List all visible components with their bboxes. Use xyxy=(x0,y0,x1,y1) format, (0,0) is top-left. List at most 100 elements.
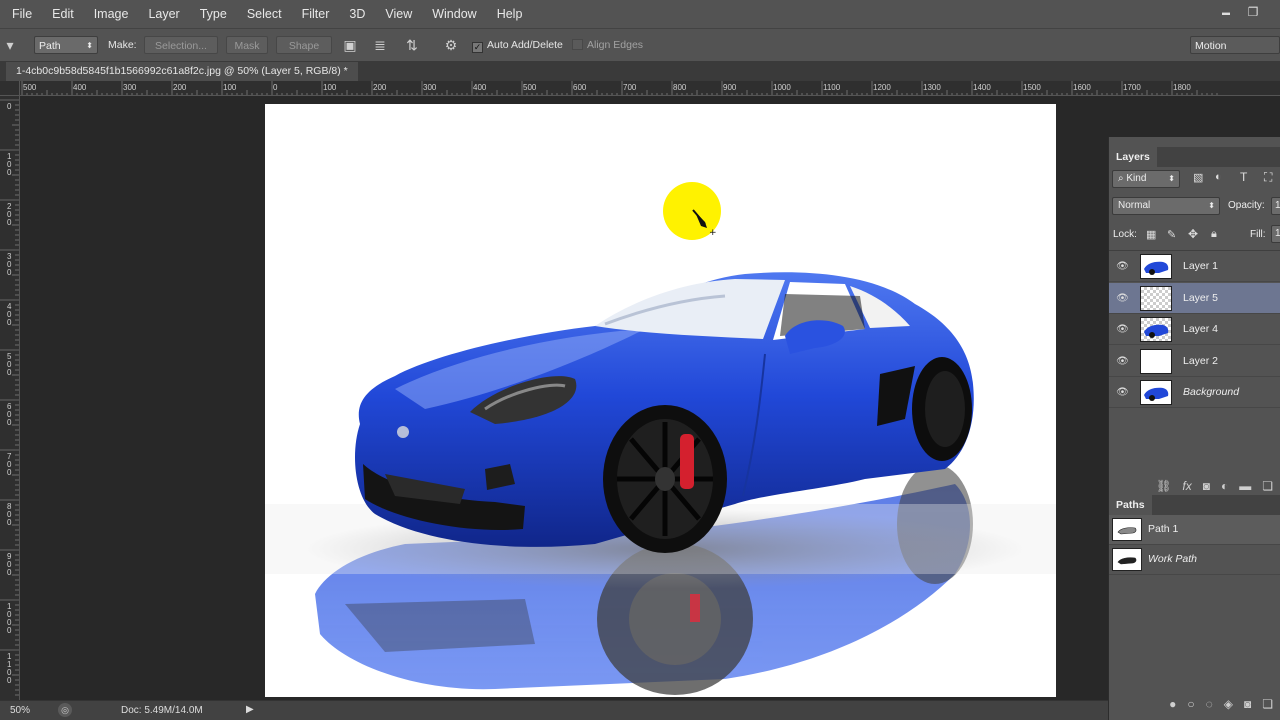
filter-shape-icon[interactable]: ⛶ xyxy=(1264,170,1272,185)
ruler-label: 0 xyxy=(273,83,278,92)
layer-thumbnail xyxy=(1140,254,1172,279)
new-path-icon[interactable]: ❏ xyxy=(1262,697,1273,711)
menu-view[interactable]: View xyxy=(373,0,420,28)
stroke-path-icon[interactable]: ○ xyxy=(1187,697,1194,711)
fill-input[interactable]: 10 xyxy=(1271,225,1280,243)
visibility-eye-icon[interactable]: 👁︎ xyxy=(1116,323,1129,336)
make-mask-button[interactable]: Mask xyxy=(226,36,268,54)
pen-cursor-highlight: + xyxy=(663,182,721,240)
add-mask-icon[interactable]: ◙ xyxy=(1203,479,1210,493)
ruler-label: 900 xyxy=(723,83,737,92)
make-work-path-icon[interactable]: ◈ xyxy=(1224,697,1233,711)
visibility-eye-icon[interactable]: 👁︎ xyxy=(1116,260,1129,273)
menu-layer[interactable]: Layer xyxy=(136,0,187,28)
ruler-label: 500 xyxy=(23,83,37,92)
menu-select[interactable]: Select xyxy=(235,0,290,28)
menu-window[interactable]: Window xyxy=(420,0,484,28)
ruler-label: 100 xyxy=(223,83,237,92)
layer-filter-kind-select[interactable]: ⌕ Kind ⬍ xyxy=(1112,170,1180,188)
document-tab-bar: 1-4cb0c9b58d5845f1b1566992c61a8f2c.jpg @… xyxy=(0,62,1280,81)
menu-type[interactable]: Type xyxy=(188,0,235,28)
minimize-icon[interactable]: ▬ xyxy=(1215,4,1237,20)
filter-adjustment-icon[interactable]: ◐ xyxy=(1215,171,1222,183)
gear-icon[interactable]: ⚙ xyxy=(441,36,461,54)
layer-style-fx-icon[interactable]: fx xyxy=(1182,479,1191,493)
make-selection-button[interactable]: Selection... xyxy=(144,36,218,54)
status-menu-arrow-icon[interactable]: ▶ xyxy=(246,704,254,715)
make-shape-button[interactable]: Shape xyxy=(276,36,332,54)
menu-file[interactable]: File xyxy=(0,0,40,28)
menu-filter[interactable]: Filter xyxy=(290,0,338,28)
path-name: Work Path xyxy=(1148,553,1198,565)
workspace-select[interactable]: Motion xyxy=(1190,36,1280,54)
paths-tab[interactable]: Paths xyxy=(1109,495,1152,515)
ruler-label: 0 xyxy=(7,676,12,685)
link-layers-icon[interactable]: ⛓ xyxy=(1156,479,1171,493)
menu-help[interactable]: Help xyxy=(485,0,531,28)
ruler-label: 300 xyxy=(123,83,137,92)
zoom-level[interactable]: 50% xyxy=(10,705,30,716)
canvas-workspace[interactable]: + xyxy=(20,96,1108,700)
blend-mode-value: Normal xyxy=(1118,200,1151,211)
ruler-label: 200 xyxy=(173,83,187,92)
blend-mode-select[interactable]: Normal ⬍ xyxy=(1112,197,1220,215)
adjustment-layer-icon[interactable]: ◐ xyxy=(1221,479,1228,493)
layer-row[interactable]: 👁︎ Layer 2 xyxy=(1109,346,1280,377)
lock-transparent-icon[interactable]: ▦ xyxy=(1146,228,1156,241)
ruler-label: 0 xyxy=(7,518,12,527)
visibility-eye-icon[interactable]: 👁︎ xyxy=(1116,386,1129,399)
visibility-eye-icon[interactable]: 👁︎ xyxy=(1116,355,1129,368)
share-icon[interactable]: ◎ xyxy=(58,703,72,717)
ruler-label: 0 xyxy=(7,268,12,277)
layer-row[interactable]: 👁︎ Layer 4 xyxy=(1109,314,1280,345)
menu-edit[interactable]: Edit xyxy=(40,0,82,28)
new-layer-icon[interactable]: ❏ xyxy=(1262,479,1273,493)
ruler-label: 0 xyxy=(7,568,12,577)
restore-icon[interactable]: ❐ xyxy=(1242,4,1264,20)
lock-all-icon[interactable]: 🔒︎ xyxy=(1211,228,1217,241)
ruler-label: 0 xyxy=(7,168,12,177)
layer-row[interactable]: 👁︎ Layer 5 xyxy=(1109,282,1280,314)
layer-row[interactable]: 👁︎ Layer 1 xyxy=(1109,251,1280,282)
menu-3d[interactable]: 3D xyxy=(337,0,373,28)
visibility-eye-icon[interactable]: 👁︎ xyxy=(1116,292,1129,305)
path-row[interactable]: Path 1 xyxy=(1109,515,1280,545)
align-edges-checkbox[interactable]: Align Edges xyxy=(572,36,643,54)
lock-image-icon[interactable]: ✎ xyxy=(1167,228,1176,241)
right-panel-dock: Layers ⌕ Kind ⬍ ▧ ◐ T ⛶ Normal ⬍ Opacity: … xyxy=(1108,137,1280,720)
layers-panel-footer: ⛓ fx ◙ ◐ ▬ ❏ xyxy=(1109,475,1280,497)
path-operations-icon[interactable]: ▣ xyxy=(340,36,360,54)
filter-pixel-icon[interactable]: ▧ xyxy=(1193,171,1203,184)
load-as-selection-icon[interactable]: ◌ xyxy=(1206,697,1213,711)
document-canvas[interactable]: + xyxy=(265,104,1056,697)
lock-position-icon[interactable]: ✥ xyxy=(1188,227,1198,241)
ruler-label: 0 xyxy=(7,368,12,377)
ruler-label: 0 xyxy=(7,418,12,427)
layer-row[interactable]: 👁︎ Background xyxy=(1109,377,1280,408)
make-label: Make: xyxy=(108,39,137,51)
new-group-icon[interactable]: ▬ xyxy=(1239,479,1251,493)
pen-tool-preset-icon[interactable]: ▾ xyxy=(0,36,20,54)
path-row[interactable]: Work Path xyxy=(1109,545,1280,575)
path-arrangement-icon[interactable]: ⇅ xyxy=(402,36,422,54)
align-edges-label: Align Edges xyxy=(587,39,644,51)
horizontal-ruler[interactable]: 500 400 300 200 100 0 100 200 300 400 500 600 700 800… xyxy=(20,81,1280,96)
paths-panel-tabs: Paths xyxy=(1109,495,1280,515)
pen-mode-select[interactable]: Path ⬍ xyxy=(34,36,98,54)
document-tab[interactable]: 1-4cb0c9b58d5845f1b1566992c61a8f2c.jpg @… xyxy=(6,62,358,81)
menu-image[interactable]: Image xyxy=(82,0,137,28)
filter-type-icon[interactable]: T xyxy=(1240,170,1247,184)
layers-tab[interactable]: Layers xyxy=(1109,147,1157,167)
path-alignment-icon[interactable]: ≣ xyxy=(370,36,390,54)
ruler-label: 0 xyxy=(7,626,12,635)
ruler-origin[interactable] xyxy=(0,81,20,96)
add-mask-icon[interactable]: ◙ xyxy=(1244,697,1251,711)
svg-text:+: + xyxy=(709,228,717,238)
ruler-ticks: 010020030040050060070080090010001100 xyxy=(0,99,19,696)
auto-add-delete-checkbox[interactable]: ✓ Auto Add/Delete xyxy=(472,36,563,54)
select-arrow-icon: ⬍ xyxy=(86,41,93,50)
opacity-input[interactable]: 10 xyxy=(1271,197,1280,215)
fill-path-icon[interactable]: ● xyxy=(1169,697,1176,711)
ruler-label: 1800 xyxy=(1173,83,1191,92)
vertical-ruler[interactable]: 010020030040050060070080090010001100 xyxy=(0,96,20,700)
